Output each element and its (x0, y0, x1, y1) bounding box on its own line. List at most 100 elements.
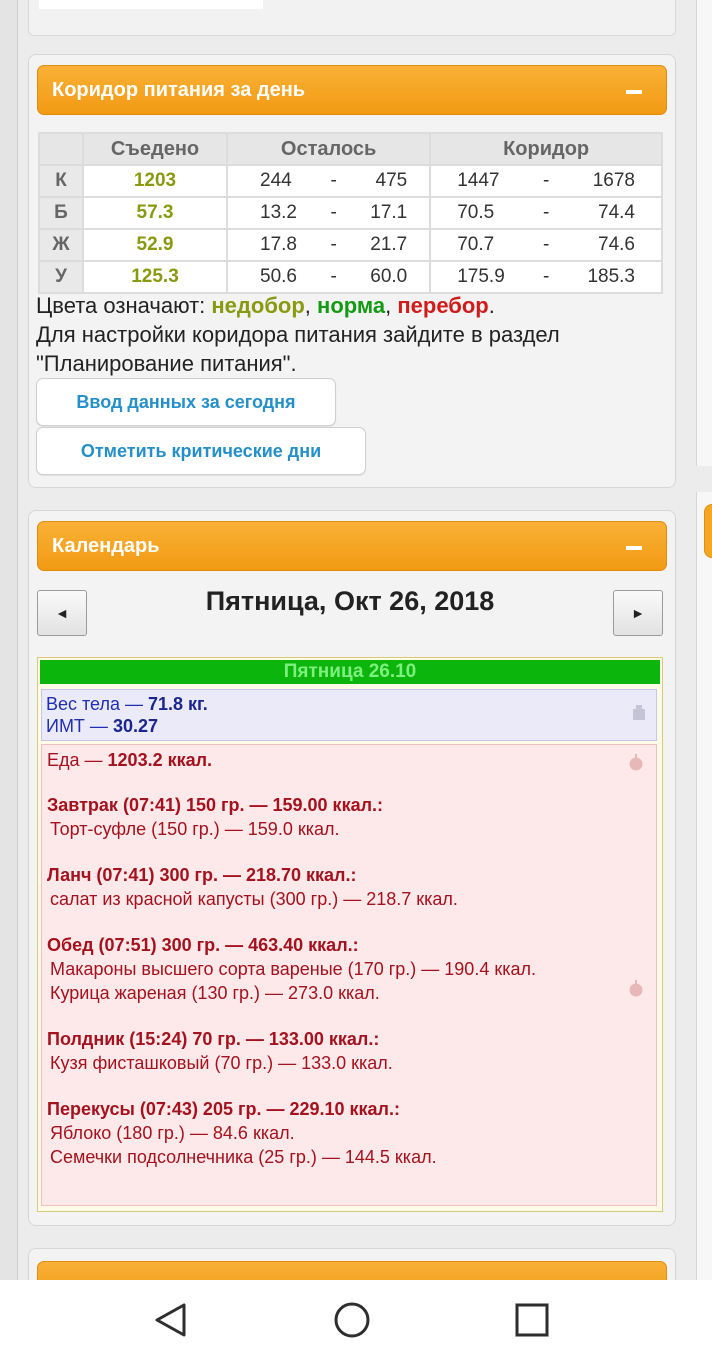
back-icon[interactable] (154, 1302, 188, 1338)
meal-title: Завтрак (07:41) 150 гр. — 159.00 ккал.: (47, 795, 384, 815)
meal-title: Полдник (15:24) 70 гр. — 133.00 ккал.: (47, 1029, 380, 1049)
home-icon[interactable] (333, 1301, 371, 1339)
collapse-icon[interactable] (626, 546, 642, 550)
food-entry[interactable]: Еда — 1203.2 ккал. Завтрак (07:41) 150 г… (41, 744, 657, 1206)
right-column-header-edge (704, 504, 712, 558)
food-total-line: Еда — 1203.2 ккал. (47, 749, 656, 771)
legend-norm: норма (317, 293, 386, 318)
day-header[interactable]: Пятница 26.10 (40, 660, 660, 684)
range-dash: - (542, 234, 550, 255)
day-entry: Пятница 26.10 Вес тела — 71.8 кг. ИМТ — … (37, 657, 663, 1212)
previous-day-button[interactable]: ◄ (37, 590, 87, 636)
scale-icon[interactable] (632, 704, 646, 720)
weight-line: Вес тела — 71.8 кг. (46, 693, 656, 715)
right-column-panel-edge (696, 492, 712, 1282)
row-label: Б (38, 196, 84, 230)
eaten-value: 57.3 (82, 196, 228, 230)
empty-header-cell (38, 132, 84, 166)
meal-item: Макароны высшего сорта вареные (170 гр.)… (50, 959, 536, 979)
corridor-range: 1447 - 1678 (429, 164, 663, 198)
range-dash: - (330, 170, 337, 191)
calendar-title: Календарь (52, 535, 160, 557)
recents-icon[interactable] (515, 1303, 549, 1337)
collapse-icon[interactable] (626, 90, 642, 94)
range-dash: - (542, 170, 550, 191)
previous-widget-field (39, 0, 263, 9)
range-dash: - (330, 202, 337, 223)
table-row: Ж 52.9 17.8 - 21.7 70.7 - 74.6 (38, 228, 663, 262)
range-dash: - (330, 266, 337, 287)
meal-snack: Полдник (15:24) 70 гр. — 133.00 ккал.: К… (47, 1027, 656, 1075)
table-row: Б 57.3 13.2 - 17.1 70.5 - 74.4 (38, 196, 663, 230)
weight-label: Вес тела — (46, 694, 148, 714)
food-total: 1203.2 ккал. (107, 750, 213, 770)
meal-snacks-extra: Перекусы (07:43) 205 гр. — 229.10 ккал.:… (47, 1097, 656, 1169)
table-header-row: Съедено Осталось Коридор (38, 132, 663, 166)
remaining-min: 50.6 (260, 266, 297, 287)
remaining-min: 244 (260, 170, 292, 191)
corridor-max: 1678 (592, 170, 635, 191)
meal-item: Семечки подсолнечника (25 гр.) — 144.5 к… (50, 1147, 437, 1167)
food-label: Еда — (47, 750, 108, 770)
corridor-min: 175.9 (457, 266, 505, 287)
legend-separator: , (304, 293, 318, 318)
meal-item: Курица жареная (130 гр.) — 273.0 ккал. (50, 983, 380, 1003)
weight-entry[interactable]: Вес тела — 71.8 кг. ИМТ — 30.27 (41, 689, 657, 741)
meal-title: Перекусы (07:43) 205 гр. — 229.10 ккал.: (47, 1099, 400, 1119)
row-label: У (38, 260, 84, 294)
column-header-corridor: Коридор (429, 132, 663, 166)
calendar-date-title: Пятница, Окт 26, 2018 (205, 586, 495, 616)
meal-dinner: Обед (07:51) 300 гр. — 463.40 ккал.: Мак… (47, 933, 656, 1005)
meal-item: Торт-суфле (150 гр.) — 159.0 ккал. (50, 819, 340, 839)
meal-breakfast: Завтрак (07:41) 150 гр. — 159.00 ккал.: … (47, 793, 656, 841)
meal-item: Кузя фисташковый (70 гр.) — 133.0 ккал. (50, 1053, 393, 1073)
meal-lunch: Ланч (07:41) 300 гр. — 218.70 ккал.: сал… (47, 863, 656, 911)
range-dash: - (542, 202, 550, 223)
remaining-max: 60.0 (370, 266, 408, 287)
remaining-min: 13.2 (260, 202, 297, 223)
corridor-max: 74.4 (598, 202, 635, 223)
bmi-line: ИМТ — 30.27 (46, 715, 656, 737)
meal-title: Ланч (07:41) 300 гр. — 218.70 ккал.: (47, 865, 357, 885)
range-dash: - (330, 234, 337, 255)
enter-today-button[interactable]: Ввод данных за сегодня (36, 378, 336, 426)
meal-title: Обед (07:51) 300 гр. — 463.40 ккал.: (47, 935, 359, 955)
remaining-min: 17.8 (260, 234, 297, 255)
left-page-edge (0, 0, 18, 1280)
range-dash: - (542, 266, 550, 287)
column-header-eaten: Съедено (82, 132, 228, 166)
right-column-panel-edge (696, 0, 712, 466)
legend-prefix: Цвета означают: (36, 293, 212, 318)
legend-separator: , (385, 293, 398, 318)
remaining-range: 244 - 475 (225, 164, 432, 198)
remaining-max: 475 (375, 170, 408, 191)
eaten-value: 125.3 (82, 260, 228, 294)
meal-item: Яблоко (180 гр.) — 84.6 ккал. (50, 1123, 295, 1143)
remaining-range: 17.8 - 21.7 (225, 228, 432, 262)
bmi-label: ИМТ — (46, 716, 113, 736)
apple-icon[interactable] (628, 979, 644, 997)
mark-critical-days-button[interactable]: Отметить критические дни (36, 427, 366, 475)
row-label: К (38, 164, 84, 198)
corridor-range: 70.7 - 74.6 (429, 228, 663, 262)
remaining-max: 17.1 (370, 202, 408, 223)
corridor-max: 74.6 (598, 234, 635, 255)
next-day-button[interactable]: ► (613, 590, 663, 636)
apple-icon[interactable] (628, 753, 644, 771)
column-header-remaining: Осталось (225, 132, 432, 166)
eaten-value: 1203 (82, 164, 228, 198)
bmi-value: 30.27 (112, 716, 158, 736)
meal-item: салат из красной капусты (300 гр.) — 218… (50, 889, 458, 909)
table-row: К 1203 244 - 475 1447 - 1678 (38, 164, 663, 198)
remaining-max: 21.7 (370, 234, 408, 255)
corridor-range: 175.9 - 185.3 (429, 260, 663, 294)
calendar-header[interactable]: Календарь (37, 521, 667, 571)
remaining-range: 13.2 - 17.1 (225, 196, 432, 230)
corridor-range: 70.5 - 74.4 (429, 196, 663, 230)
corridor-header[interactable]: Коридор питания за день (37, 65, 667, 115)
legend-under: недобор (211, 293, 305, 318)
corridor-min: 70.7 (457, 234, 495, 255)
table-row: У 125.3 50.6 - 60.0 175.9 - 185.3 (38, 260, 663, 294)
system-navigation-bar (0, 1280, 712, 1362)
weight-value: 71.8 кг. (148, 694, 208, 714)
